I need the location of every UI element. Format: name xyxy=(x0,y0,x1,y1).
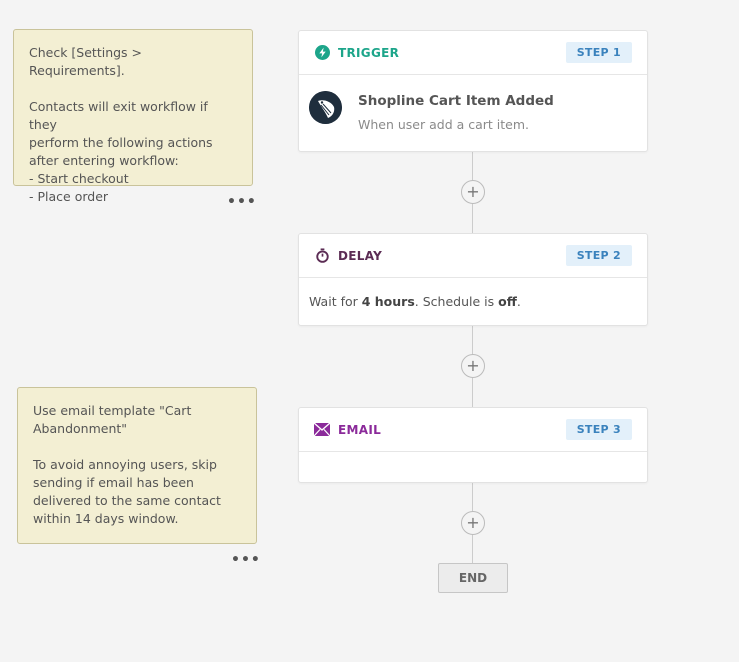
add-step-button[interactable]: + xyxy=(461,511,485,535)
shopline-logo xyxy=(309,91,342,124)
email-body xyxy=(299,452,647,482)
delay-summary: Wait for 4 hours. Schedule is off. xyxy=(299,278,647,326)
note-text: Check [Settings > Requirements]. xyxy=(29,45,143,78)
envelope-icon xyxy=(314,422,330,438)
note-text: Use email template "Cart Abandonment" xyxy=(33,403,192,436)
step-title: EMAIL xyxy=(338,422,382,437)
trigger-name: Shopline Cart Item Added xyxy=(358,93,554,109)
lightning-icon xyxy=(314,45,330,61)
step-title: TRIGGER xyxy=(338,45,400,60)
card-header: EMAIL STEP 3 xyxy=(299,408,647,452)
note-text: Contacts will exit workflow if they perf… xyxy=(29,99,213,204)
trigger-step-card[interactable]: TRIGGER STEP 1 Shopline Cart Item Added … xyxy=(298,30,648,152)
note-more-menu[interactable]: ••• xyxy=(231,553,261,567)
step-badge: STEP 2 xyxy=(565,245,632,266)
note-text: To avoid annoying users, skip sending if… xyxy=(33,457,221,526)
email-step-card[interactable]: EMAIL STEP 3 xyxy=(298,407,648,483)
delay-step-card[interactable]: DELAY STEP 2 Wait for 4 hours. Schedule … xyxy=(298,233,648,326)
step-badge: STEP 3 xyxy=(565,419,632,440)
end-node: END xyxy=(438,563,508,593)
note-more-menu[interactable]: ••• xyxy=(227,195,257,209)
delay-middle: . Schedule is xyxy=(414,294,499,309)
add-step-button[interactable]: + xyxy=(461,180,485,204)
workflow-note[interactable]: Check [Settings > Requirements]. Contact… xyxy=(13,29,253,204)
delay-prefix: Wait for xyxy=(309,294,362,309)
delay-suffix: . xyxy=(516,294,521,309)
card-header: TRIGGER STEP 1 xyxy=(299,31,647,75)
card-header: DELAY STEP 2 xyxy=(299,234,647,278)
workflow-canvas: Check [Settings > Requirements]. Contact… xyxy=(0,0,739,662)
step-title: DELAY xyxy=(338,248,383,263)
trigger-description: When user add a cart item. xyxy=(358,117,530,132)
delay-duration: 4 hours xyxy=(361,294,415,309)
step-badge: STEP 1 xyxy=(565,42,632,63)
stopwatch-icon xyxy=(314,248,330,264)
workflow-note[interactable]: Use email template "Cart Abandonment" To… xyxy=(17,387,257,544)
add-step-button[interactable]: + xyxy=(461,354,485,378)
delay-schedule: off xyxy=(498,294,517,309)
